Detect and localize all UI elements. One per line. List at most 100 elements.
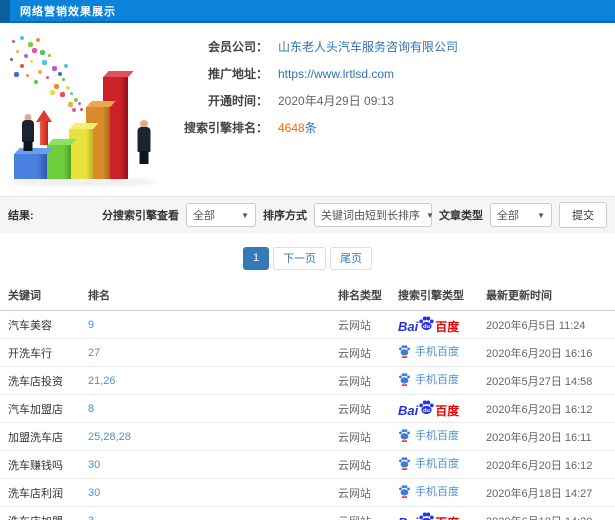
baidu-paw-icon: du [419, 316, 434, 330]
table-row: 汽车加盟店 8 云网站 Bai du 百度 2020年6月20日 16:12 [0, 394, 615, 423]
mobile-baidu-link[interactable]: 手机百度 [398, 483, 459, 499]
article-type-select[interactable]: 全部 ▼ [490, 203, 552, 227]
confetti-dot [70, 92, 73, 95]
rank-link[interactable]: 30 [88, 459, 100, 471]
company-label: 会员公司： [207, 40, 268, 54]
confetti-dot [74, 98, 78, 102]
confetti-dot [16, 50, 19, 53]
rank-type-cell: 云网站 [338, 347, 371, 360]
keyword-ranking-table: 关键词 排名 排名类型 搜索引擎类型 最新更新时间 汽车美容 9 云网站 Bai d… [0, 281, 615, 520]
filter-group: 分搜索引擎查看 全部 ▼ 排序方式 关键词由短到长排序 ▼ 文章类型 全部 ▼ … [102, 202, 607, 228]
sort-filter-label: 排序方式 [263, 210, 307, 222]
open-time-value: 2020年4月29日 09:13 [278, 94, 395, 108]
confetti-dot [80, 108, 83, 111]
baidu-logo[interactable]: Bai du 百度 [398, 399, 459, 417]
businessman-left-figure [20, 114, 36, 152]
updated-time-cell: 2020年5月27日 14:58 [486, 375, 593, 388]
confetti-dot [36, 38, 40, 42]
promo-url-row: 推广地址： https://www.lrtlsd.com [176, 60, 606, 87]
baidu-logo-bai: Bai [398, 319, 419, 335]
chevron-down-icon: ▼ [241, 210, 249, 220]
rank-link[interactable]: 30 [88, 487, 100, 499]
keyword-cell: 洗车赚钱吗 [8, 459, 63, 472]
page: 网络营销效果展示 会员公司： 山东老人头汽车服务咨询有限公司 推广地址： htt [0, 0, 615, 520]
rank-type-cell: 云网站 [338, 319, 371, 332]
baidu-logo[interactable]: Bai du 百度 [398, 511, 459, 520]
table-row: 汽车美容 9 云网站 Bai du 百度 2020年6月5日 11:24 [0, 310, 615, 339]
confetti-dot [32, 48, 37, 53]
confetti-dot [40, 50, 45, 55]
keyword-cell: 洗车店投资 [8, 375, 63, 388]
table-row: 洗车店利润 30 云网站 手机百度 2020年6月18日 14:27 [0, 478, 615, 507]
filter-bar: 结果: 分搜索引擎查看 全部 ▼ 排序方式 关键词由短到长排序 ▼ 文章类型 全… [0, 196, 615, 233]
confetti-dot [68, 102, 73, 107]
table-row: 洗车店投资 21,26 云网站 手机百度 2020年5月27日 14:58 [0, 366, 615, 395]
promo-url-link[interactable]: https://www.lrtlsd.com [278, 67, 394, 81]
table-row: 开洗车行 27 云网站 手机百度 2020年6月20日 16:16 [0, 338, 615, 367]
chart-bar-yellow [69, 123, 99, 179]
keyword-cell: 加盟洗车店 [8, 431, 63, 444]
engine-filter-select[interactable]: 全部 ▼ [186, 203, 256, 227]
mobile-baidu-link[interactable]: 手机百度 [398, 371, 459, 387]
next-page-button[interactable]: 下一页 [273, 246, 327, 270]
confetti-dot [66, 86, 70, 90]
article-type-value: 全部 [497, 210, 519, 222]
page-title: 网络营销效果展示 [20, 5, 116, 18]
keyword-cell: 洗车店利润 [8, 487, 63, 500]
mobile-baidu-link[interactable]: 手机百度 [398, 455, 459, 471]
keyword-cell: 汽车加盟店 [8, 403, 63, 416]
confetti-dot [50, 90, 55, 95]
updated-time-cell: 2020年6月5日 11:24 [486, 319, 586, 332]
baidu-paw-icon: du [419, 400, 434, 414]
rank-link[interactable]: 9 [88, 319, 94, 331]
table-header-row: 关键词 排名 排名类型 搜索引擎类型 最新更新时间 [0, 281, 615, 311]
rank-link[interactable]: 25,28,28 [88, 431, 131, 443]
confetti-dot [46, 76, 49, 79]
baidu-paw-icon [399, 345, 410, 359]
company-link[interactable]: 山东老人头汽车服务咨询有限公司 [278, 38, 458, 55]
confetti-dot [12, 40, 15, 43]
col-header-updated: 最新更新时间 [486, 281, 615, 311]
baidu-paw-icon [399, 373, 410, 387]
baidu-logo-cn: 百度 [435, 320, 460, 335]
engine-rank-unit: 条 [304, 121, 317, 135]
confetti-dot [42, 60, 47, 65]
rank-type-cell: 云网站 [338, 375, 371, 388]
confetti-dot [60, 92, 65, 97]
confetti-dot [20, 36, 24, 40]
confetti-dot [30, 60, 33, 63]
updated-time-cell: 2020年6月18日 14:30 [486, 516, 592, 520]
engine-rank-count: 4648 [278, 121, 305, 135]
mobile-baidu-link[interactable]: 手机百度 [398, 343, 459, 359]
pagination: 1 下一页 尾页 [0, 246, 615, 270]
baidu-logo[interactable]: Bai du 百度 [398, 315, 459, 333]
table-row: 加盟洗车店 25,28,28 云网站 手机百度 2020年6月20日 16:11 [0, 422, 615, 451]
rank-link[interactable]: 3 [88, 515, 94, 520]
chevron-down-icon: ▼ [537, 210, 545, 220]
submit-button[interactable]: 提交 [559, 202, 607, 228]
col-header-rank-type: 排名类型 [338, 281, 398, 311]
baidu-logo-cn: 百度 [435, 404, 460, 419]
engine-filter-label: 分搜索引擎查看 [102, 210, 179, 222]
marketing-chart-image [2, 28, 170, 192]
rank-link[interactable]: 21,26 [88, 375, 116, 387]
engine-rank-label: 搜索引擎排名： [183, 121, 268, 135]
confetti-dot [48, 54, 51, 57]
rank-type-cell: 云网站 [338, 516, 371, 520]
confetti-dot [34, 80, 38, 84]
last-page-button[interactable]: 尾页 [330, 246, 373, 270]
chart-bar-blue [14, 148, 53, 179]
confetti-dot [38, 70, 42, 74]
sort-filter-select[interactable]: 关键词由短到长排序 ▼ [314, 203, 434, 227]
page-button-current[interactable]: 1 [242, 246, 270, 270]
rank-link[interactable]: 8 [88, 403, 94, 415]
table-row: 洗车店加盟 3 云网站 Bai du 百度 2020年6月18日 14:30 [0, 506, 615, 520]
confetti-dot [14, 72, 19, 77]
mobile-baidu-label: 手机百度 [415, 346, 459, 359]
keyword-cell: 洗车店加盟 [8, 516, 63, 520]
confetti-dot [72, 108, 76, 112]
confetti-dot [10, 58, 13, 61]
mobile-baidu-link[interactable]: 手机百度 [398, 427, 459, 443]
rank-link[interactable]: 27 [88, 347, 100, 359]
table-row: 洗车赚钱吗 30 云网站 手机百度 2020年6月20日 16:12 [0, 450, 615, 479]
